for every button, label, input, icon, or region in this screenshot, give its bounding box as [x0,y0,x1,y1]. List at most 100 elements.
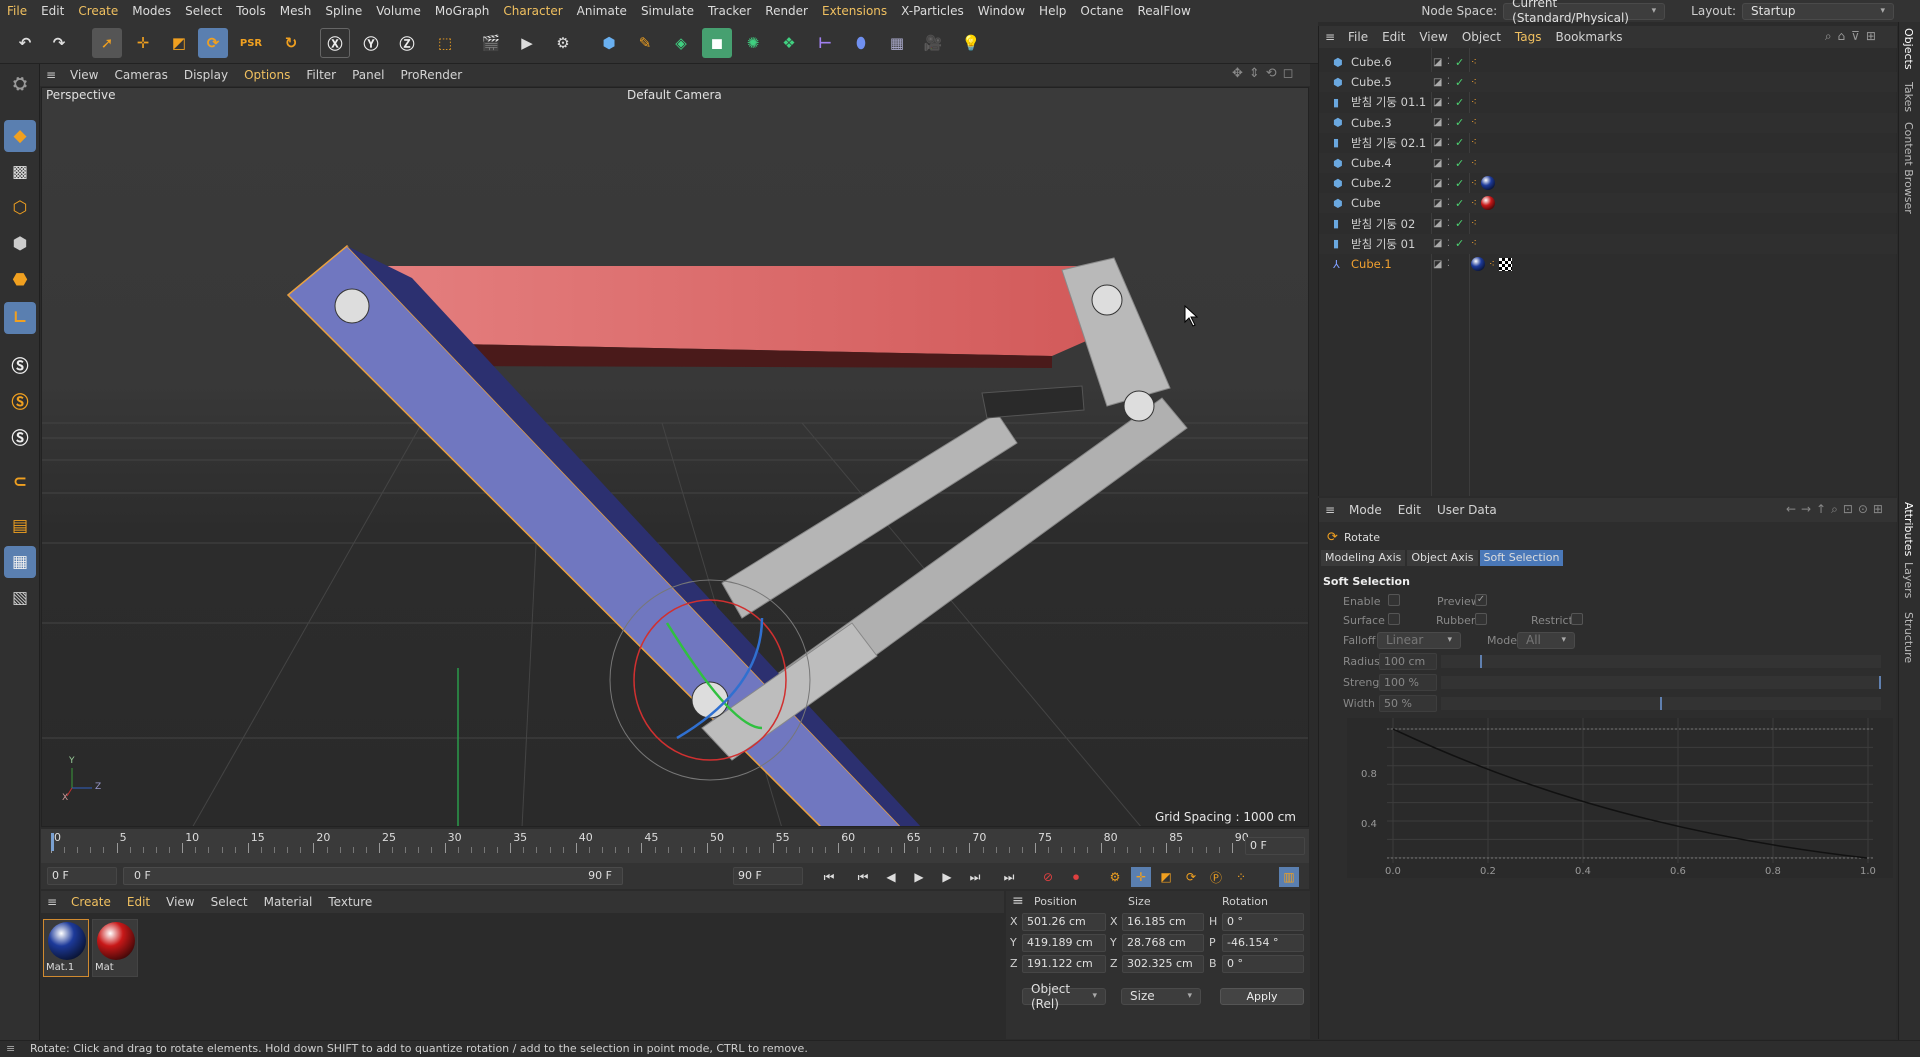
status-hamburger-icon[interactable]: ≡ [6,1041,15,1057]
viewport-nav-icons[interactable]: ✥⇕⟲◻ [1232,66,1299,81]
visibility-dots-icon[interactable]: ⁚ [1447,239,1455,249]
next-key-button[interactable]: ⏭ [965,867,985,887]
enabled-check-icon[interactable]: ✓ [1455,237,1467,250]
material-swatch[interactable]: Mat.1 [43,919,89,977]
coordinate-system-button[interactable]: ⬚ [430,28,460,58]
visibility-dots-icon[interactable]: ⁚ [1447,57,1455,67]
layer-icon[interactable]: ◪ [1433,218,1445,229]
x-axis-lock-button[interactable]: Ⓧ [320,28,350,58]
position-field[interactable]: 191.122 cm [1022,955,1106,973]
texture-tag-checker-icon[interactable] [1498,257,1512,271]
object-row[interactable]: ⬢ Cube.2 ◪ ⁚ ✓ ⁖ [1319,173,1897,193]
viewport-menu-cameras[interactable]: Cameras [106,68,175,82]
menu-mesh[interactable]: Mesh [273,0,319,22]
menu-volume[interactable]: Volume [369,0,428,22]
visibility-dots-icon[interactable]: ⁚ [1447,219,1455,229]
object-name[interactable]: Cube [1351,196,1429,210]
object-row[interactable]: ▮ 받침 기둥 02.1 ◪ ⁚ ✓ ⁖ [1319,133,1897,153]
position-field[interactable]: 501.26 cm [1022,913,1106,931]
snap-settings-button[interactable]: Ⓢ [4,384,36,416]
preview-checkbox[interactable]: ✓ [1475,594,1487,606]
menu-help[interactable]: Help [1032,0,1073,22]
object-row[interactable]: ▮ 받침 기둥 01.1 ◪ ⁚ ✓ ⁖ [1319,92,1897,112]
enabled-check-icon[interactable]: ✓ [1455,76,1467,89]
menu-mograph[interactable]: MoGraph [428,0,497,22]
menu-spline[interactable]: Spline [318,0,369,22]
falloff-dropdown[interactable]: Linear [1377,632,1461,649]
object-row[interactable]: ⬢ Cube.6 ◪ ⁚ ✓ ⁖ [1319,52,1897,72]
attr-tab-modeling-axis[interactable]: Modeling Axis [1321,550,1406,566]
visibility-dots-icon[interactable]: ⁚ [1447,198,1455,208]
start-frame-field[interactable]: 0 F [47,867,117,885]
key-scale-button[interactable]: ◩ [1156,867,1176,887]
texture-mode-button[interactable]: ▩ [4,156,36,188]
frame-range-slider[interactable]: 0 F 90 F [123,867,623,885]
field-button[interactable]: ⬮ [846,28,876,58]
material-tag-blue-icon[interactable] [1471,257,1485,271]
go-end-button[interactable]: ⏭ [999,867,1019,887]
next-frame-button[interactable]: ▶ [937,867,957,887]
object-name[interactable]: 받침 기둥 01.1 [1351,94,1429,110]
coord-size-dropdown[interactable]: Size [1121,988,1201,1005]
visibility-dots-icon[interactable]: ⁚ [1447,97,1455,107]
light-button[interactable]: 💡 [956,28,986,58]
timeline-ruler[interactable]: 0 5 10 15 20 25 30 35 40 45 50 55 60 65 70 75 80 85 90 0 F [41,829,1309,863]
gray-arm-upper[interactable] [721,412,1018,619]
radius-field[interactable]: 100 cm [1379,653,1437,670]
camera-button[interactable]: 🎥 [918,28,948,58]
object-name[interactable]: 받침 기둥 02 [1351,216,1429,232]
attr-tab-object-axis[interactable]: Object Axis [1407,550,1478,566]
tag-dots-icon[interactable]: ⁖ [1471,198,1477,209]
object-name[interactable]: Cube.4 [1351,156,1429,170]
rotation-field[interactable]: 0 ° [1222,913,1304,931]
object-name[interactable]: Cube.6 [1351,55,1429,69]
menu-modes[interactable]: Modes [125,0,178,22]
apply-button[interactable]: Apply [1220,988,1304,1005]
enabled-check-icon[interactable]: ✓ [1455,56,1467,69]
strength-slider[interactable] [1441,676,1881,689]
attr-menu-mode[interactable]: Mode [1341,503,1390,517]
layer-icon[interactable]: ◪ [1433,158,1445,169]
menu-render[interactable]: Render [758,0,815,22]
material-tag-red-icon[interactable] [1480,196,1495,211]
object-row[interactable]: ▮ 받침 기둥 02 ◪ ⁚ ✓ ⁖ [1319,214,1897,234]
object-menu-view[interactable]: View [1412,30,1454,44]
menu-edit[interactable]: Edit [34,0,71,22]
attr-menu-edit[interactable]: Edit [1390,503,1429,517]
side-tab-content-browser[interactable]: Content Browser [1902,122,1915,214]
viewport-hamburger-icon[interactable]: ≡ [40,68,62,82]
rotation-field[interactable]: 0 ° [1222,955,1304,973]
surface-checkbox[interactable] [1388,613,1400,625]
side-tab-layers[interactable]: Layers [1902,562,1915,598]
restrict-checkbox[interactable] [1571,613,1583,625]
layer-icon[interactable]: ◪ [1433,178,1445,189]
render-settings-button[interactable]: ⚙ [548,28,578,58]
side-tab-structure[interactable]: Structure [1902,612,1915,663]
enabled-check-icon[interactable]: ✓ [1455,177,1467,190]
cloner-button[interactable]: ✺ [738,28,768,58]
position-field[interactable]: 419.189 cm [1022,934,1106,952]
key-pla-button[interactable]: ⁘ [1231,867,1251,887]
points-mode-button[interactable]: ⬡ [4,192,36,224]
enabled-check-icon[interactable]: ✓ [1455,197,1467,210]
side-tab-attributes[interactable]: Attributes [1902,502,1915,556]
object-hamburger-icon[interactable]: ≡ [1319,30,1341,44]
recent-tools-button[interactable]: PSR [236,28,266,58]
width-slider[interactable] [1441,697,1881,710]
snap-button[interactable]: Ⓢ [4,348,36,380]
key-position-button[interactable]: ✛ [1131,867,1151,887]
enabled-check-icon[interactable]: ✓ [1455,217,1467,230]
model-mode-button[interactable]: ◆ [4,120,36,152]
timeline-playhead[interactable] [51,833,54,851]
menu-select[interactable]: Select [178,0,229,22]
enabled-check-icon[interactable]: ✓ [1455,157,1467,170]
floor-button[interactable]: ▦ [882,28,912,58]
object-menu-file[interactable]: File [1341,30,1375,44]
object-name[interactable]: Cube.1 [1351,257,1429,271]
menu-tools[interactable]: Tools [229,0,273,22]
material-menu-edit[interactable]: Edit [119,895,158,909]
enabled-check-icon[interactable]: ✓ [1455,116,1467,129]
key-rotation-button[interactable]: ⟳ [1181,867,1201,887]
cube-object-button[interactable]: ⬢ [594,28,624,58]
autokey-button[interactable]: ⏺ [1066,867,1086,887]
